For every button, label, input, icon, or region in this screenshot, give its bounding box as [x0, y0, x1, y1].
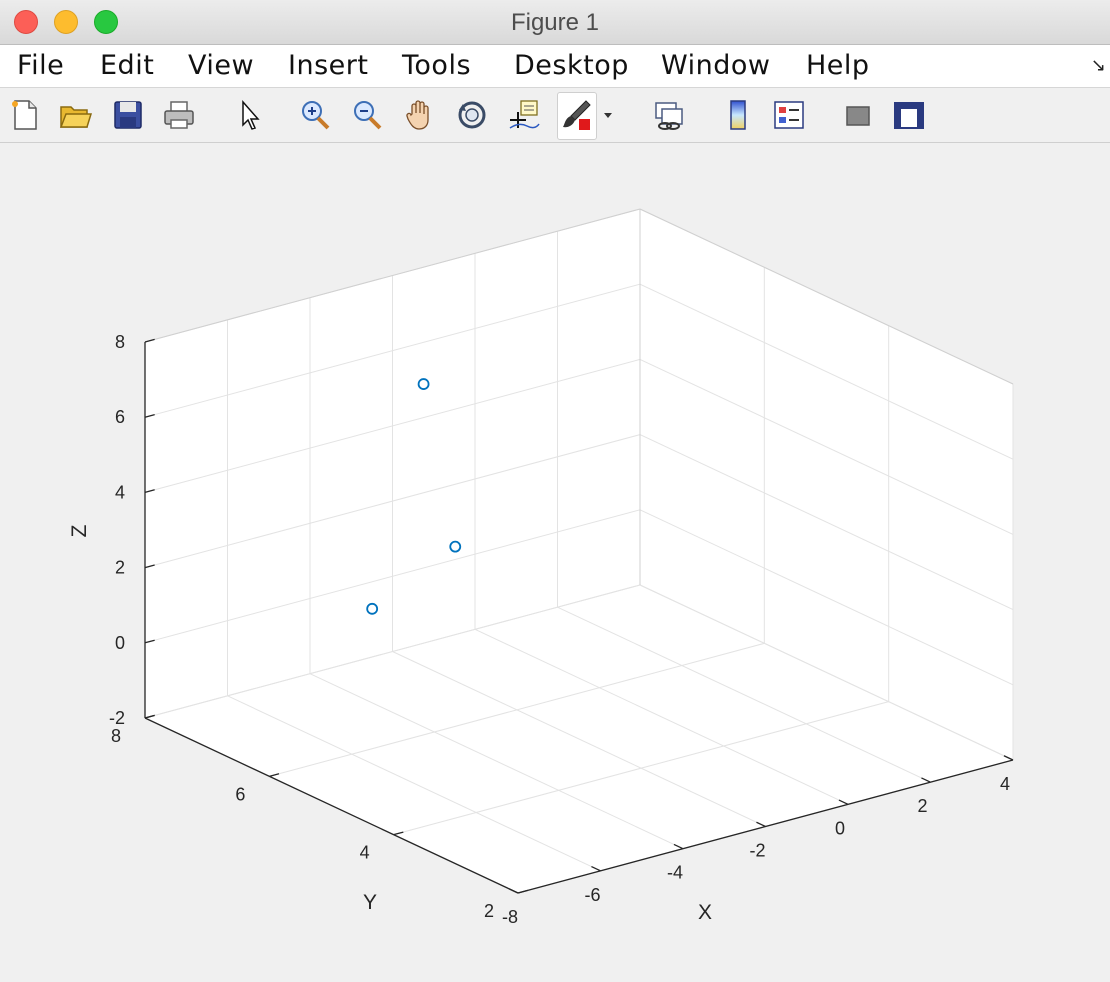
open-file-icon[interactable] [58, 98, 92, 132]
menu-insert[interactable]: Insert [288, 50, 368, 81]
window-title: Figure 1 [510, 9, 600, 36]
x-tick-label: -2 [749, 841, 765, 861]
z-tick-label: 6 [115, 407, 125, 427]
z-tick-label: 4 [115, 482, 125, 502]
x-tick-label: -8 [502, 907, 518, 927]
brush-dropdown-icon[interactable] [599, 98, 617, 132]
z-tick-label: -2 [109, 708, 125, 728]
new-figure-icon[interactable] [8, 98, 42, 132]
colorbar-icon[interactable] [721, 98, 755, 132]
menu-file[interactable]: File [17, 50, 64, 81]
hide-plot-tools-icon[interactable] [841, 98, 875, 132]
window-titlebar: Figure 1 [0, 0, 1110, 45]
print-icon[interactable] [162, 98, 196, 132]
figure-canvas[interactable]: -8 -6 -4 -2 0 2 4 2 4 6 8 -2 0 2 4 6 8 X Y Z [0, 143, 1110, 982]
z-tick-label: 2 [115, 558, 125, 578]
x-tick-label: 2 [917, 796, 927, 816]
scatter3-axes[interactable]: -8-6-4-20242468-202468 X Y Z [0, 143, 1110, 982]
figure-toolbar [0, 88, 1110, 143]
zoom-in-icon[interactable] [298, 98, 332, 132]
menu-edit[interactable]: Edit [100, 50, 154, 81]
x-tick-label: 0 [835, 818, 845, 838]
x-axis-label: X [698, 901, 712, 924]
brush-icon[interactable] [559, 98, 593, 132]
rotate-3d-icon[interactable] [455, 98, 489, 132]
y-tick-label: 6 [235, 784, 245, 804]
pan-icon[interactable] [403, 98, 437, 132]
menu-bar: File Edit View Insert Tools Desktop Wind… [0, 45, 1110, 88]
z-tick-label: 0 [115, 633, 125, 653]
show-plot-tools-icon[interactable] [892, 98, 926, 132]
menu-window[interactable]: Window [661, 50, 770, 81]
link-plot-icon[interactable] [652, 98, 686, 132]
menu-desktop[interactable]: Desktop [514, 50, 629, 81]
menu-tools[interactable]: Tools [402, 50, 471, 81]
edit-plot-icon[interactable] [234, 98, 268, 132]
menu-help[interactable]: Help [806, 50, 870, 81]
x-tick-label: -4 [667, 863, 683, 883]
y-tick-label: 2 [484, 901, 494, 921]
x-tick-label: -6 [584, 885, 600, 905]
menu-view[interactable]: View [188, 50, 254, 81]
x-tick-label: 4 [1000, 774, 1010, 794]
data-cursor-icon[interactable] [507, 98, 541, 132]
y-tick-label: 8 [111, 726, 121, 746]
legend-icon[interactable] [772, 98, 806, 132]
menu-overflow-icon[interactable]: ↘ [1091, 55, 1106, 76]
z-axis-label: Z [68, 524, 91, 537]
save-icon[interactable] [111, 98, 145, 132]
zoom-out-icon[interactable] [350, 98, 384, 132]
z-tick-label: 8 [115, 332, 125, 352]
y-axis-label: Y [363, 891, 377, 914]
y-tick-label: 4 [360, 843, 370, 863]
